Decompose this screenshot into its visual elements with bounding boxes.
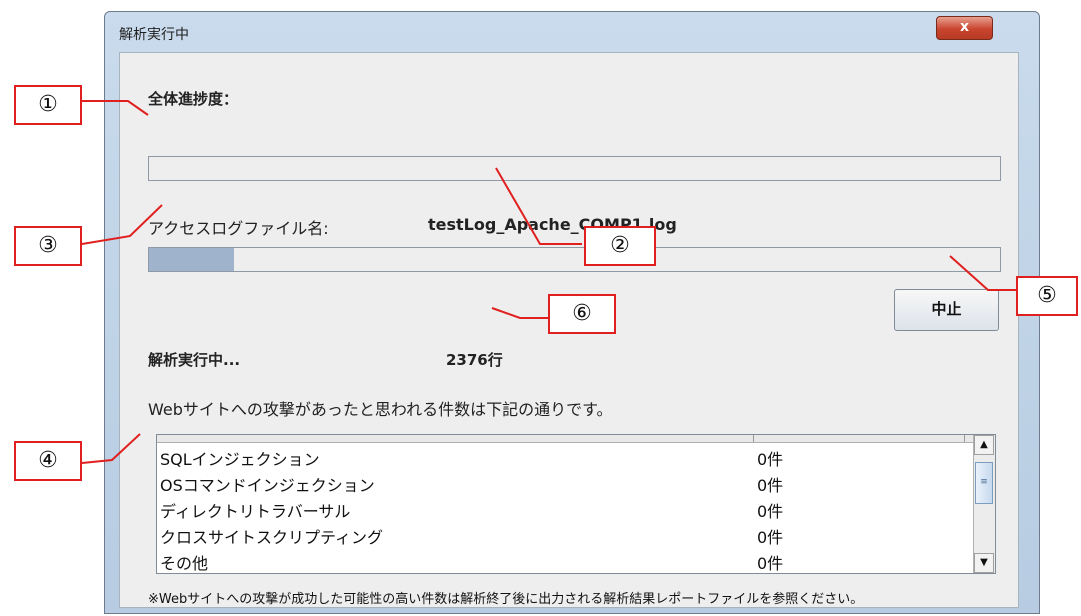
- dialog-title: 解析実行中: [119, 27, 189, 43]
- overall-progress-label: 全体進捗度：: [148, 90, 239, 108]
- list-item[interactable]: ディレクトリトラバーサル 0件: [157, 495, 975, 523]
- stop-button[interactable]: 中止: [894, 289, 999, 331]
- list-item[interactable]: OSコマンドインジェクション 0件: [157, 469, 975, 497]
- close-button[interactable]: x: [936, 16, 993, 40]
- column-divider[interactable]: [964, 435, 965, 442]
- callout-5: ⑤: [1016, 276, 1078, 316]
- list-item[interactable]: SQLインジェクション 0件: [157, 443, 975, 471]
- status-label: 解析実行中...: [148, 351, 241, 369]
- footnote: ※Webサイトへの攻撃が成功した可能性の高い件数は解析終了後に出力される解析結果…: [148, 592, 864, 607]
- line-count: 2376行: [446, 351, 503, 369]
- list-item[interactable]: その他 0件: [157, 547, 975, 575]
- vertical-scrollbar[interactable]: ▲ ≡ ▼: [973, 435, 995, 573]
- file-name-label: アクセスログファイル名:: [148, 219, 329, 238]
- file-progress-bar: [148, 247, 1001, 272]
- overall-progress-bar: [148, 156, 1001, 181]
- callout-1: ①: [14, 85, 82, 125]
- file-progress-fill: [149, 248, 235, 271]
- attack-name: SQLインジェクション: [160, 450, 320, 469]
- attack-name: クロスサイトスクリプティング: [160, 528, 384, 547]
- attack-name: OSコマンドインジェクション: [160, 476, 375, 495]
- attack-count: 0件: [757, 476, 784, 495]
- attack-description: Webサイトへの攻撃があったと思われる件数は下記の通りです。: [148, 400, 613, 419]
- attack-name: その他: [160, 554, 209, 573]
- list-item[interactable]: クロスサイトスクリプティング 0件: [157, 521, 975, 549]
- attack-count: 0件: [757, 554, 784, 573]
- column-divider[interactable]: [753, 435, 754, 442]
- callout-6: ⑥: [548, 294, 616, 334]
- callout-4: ④: [14, 441, 82, 481]
- scroll-down-icon[interactable]: ▼: [974, 553, 994, 573]
- title-bar[interactable]: 解析実行中 x: [105, 12, 1039, 52]
- attack-list[interactable]: SQLインジェクション 0件 OSコマンドインジェクション 0件 ディレクトリト…: [156, 434, 996, 574]
- scroll-up-icon[interactable]: ▲: [974, 435, 994, 455]
- attack-count: 0件: [757, 502, 784, 521]
- attack-name: ディレクトリトラバーサル: [160, 502, 351, 521]
- callout-2: ②: [584, 226, 656, 266]
- scroll-thumb[interactable]: ≡: [975, 462, 993, 504]
- callout-3: ③: [14, 226, 82, 266]
- attack-count: 0件: [757, 450, 784, 469]
- attack-count: 0件: [757, 528, 784, 547]
- list-header: [157, 435, 975, 443]
